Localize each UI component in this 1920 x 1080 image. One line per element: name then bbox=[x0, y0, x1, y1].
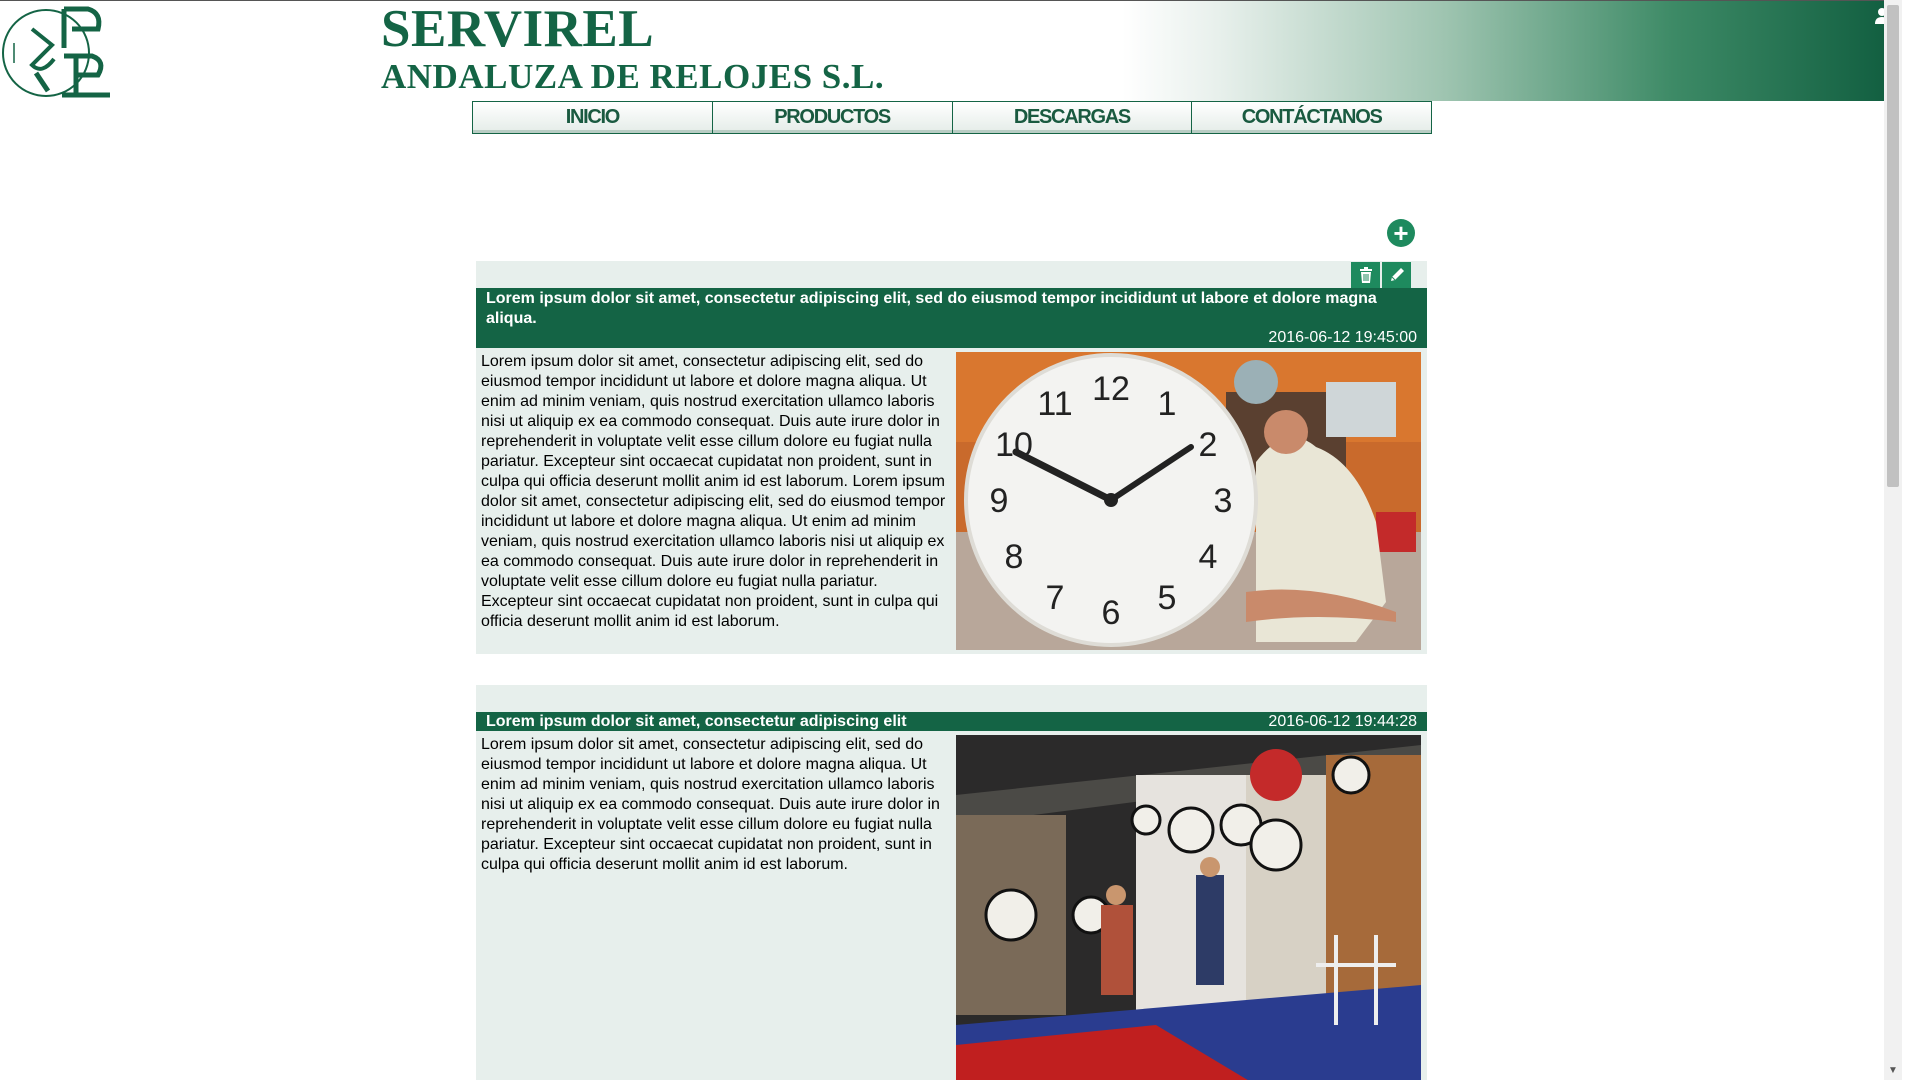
clock-numeral: 6 bbox=[1102, 594, 1121, 632]
post-header: Lorem ipsum dolor sit amet, consectetur … bbox=[476, 712, 1427, 731]
site-header: SERVIREL ANDALUZA DE RELOJES S.L. bbox=[0, 0, 1902, 101]
main-nav: INICIO PRODUCTOS DESCARGAS CONTÁCTANOS bbox=[472, 101, 1432, 134]
brand-subtitle: ANDALUZA DE RELOJES S.L. bbox=[381, 57, 885, 96]
edit-post-button[interactable] bbox=[1382, 262, 1411, 288]
news-post: Lorem ipsum dolor sit amet, consectetur … bbox=[476, 685, 1427, 1080]
post-toolbar bbox=[1351, 261, 1411, 289]
delete-post-button[interactable] bbox=[1351, 262, 1380, 288]
news-post: Lorem ipsum dolor sit amet, consectetur … bbox=[476, 261, 1427, 654]
add-post-button[interactable]: + bbox=[1387, 219, 1415, 247]
clock-numeral: 11 bbox=[1037, 385, 1072, 423]
plus-circle-icon: + bbox=[1393, 218, 1409, 248]
clock-numeral: 8 bbox=[1005, 538, 1024, 576]
clock-numeral: 1 bbox=[1158, 385, 1177, 423]
vertical-scrollbar[interactable]: ▼ bbox=[1884, 0, 1902, 1080]
nav-item-contactanos[interactable]: CONTÁCTANOS bbox=[1192, 102, 1431, 133]
scrollbar-thumb[interactable] bbox=[1887, 5, 1899, 487]
page: SERVIREL ANDALUZA DE RELOJES S.L. INICIO… bbox=[0, 0, 1902, 1080]
post-date: 2016-06-12 19:44:28 bbox=[1268, 713, 1417, 730]
clock-numeral: 9 bbox=[990, 482, 1009, 520]
pencil-icon bbox=[1390, 268, 1404, 281]
clock-numeral: 7 bbox=[1046, 579, 1065, 617]
post-image-exhibition bbox=[956, 735, 1421, 1080]
nav-item-descargas[interactable]: DESCARGAS bbox=[953, 102, 1193, 133]
clock-numeral: 4 bbox=[1199, 538, 1218, 576]
nav-item-productos[interactable]: PRODUCTOS bbox=[713, 102, 953, 133]
post-image-clock: 12 1234567891011 bbox=[956, 352, 1421, 650]
post-title[interactable]: Lorem ipsum dolor sit amet, consectetur … bbox=[486, 288, 1417, 329]
clock-numeral: 12 bbox=[1092, 370, 1130, 408]
scroll-down-arrow-icon[interactable]: ▼ bbox=[1888, 1065, 1898, 1076]
clock-numeral: 2 bbox=[1199, 426, 1218, 464]
post-body: Lorem ipsum dolor sit amet, consectetur … bbox=[481, 736, 940, 873]
clock-logo-icon[interactable] bbox=[2, 3, 112, 101]
nav-item-inicio[interactable]: INICIO bbox=[473, 102, 713, 133]
post-header: Lorem ipsum dolor sit amet, consectetur … bbox=[476, 288, 1427, 348]
clock-numeral: 5 bbox=[1158, 579, 1177, 617]
post-date: 2016-06-12 19:45:00 bbox=[1268, 329, 1417, 346]
post-body: Lorem ipsum dolor sit amet, consectetur … bbox=[481, 353, 946, 630]
trash-icon bbox=[1359, 267, 1372, 283]
clock-numeral: 3 bbox=[1214, 482, 1233, 520]
brand-title: SERVIREL bbox=[381, 0, 655, 58]
